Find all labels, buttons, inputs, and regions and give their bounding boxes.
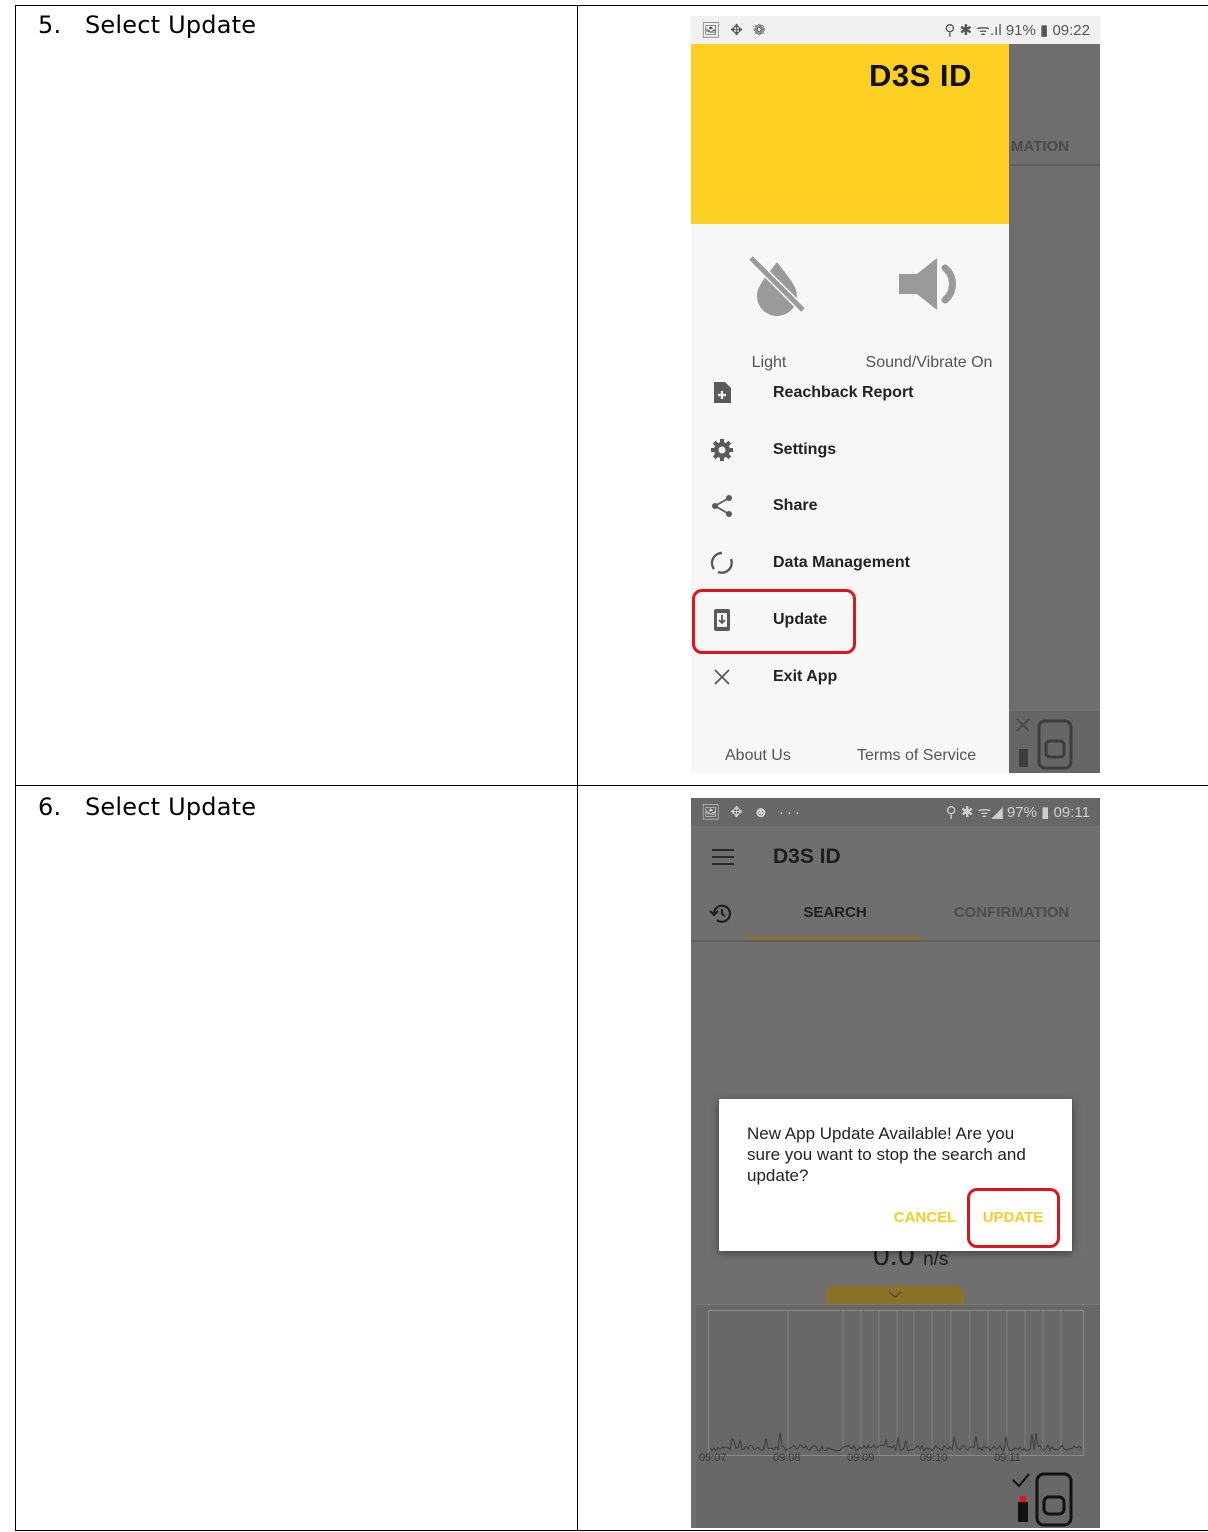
menu-item-exit-app[interactable]: Exit App	[691, 649, 1009, 705]
menu-item-label: Reachback Report	[773, 384, 914, 401]
table-border-top	[15, 5, 1208, 6]
time-tick-label: 09:10	[920, 1452, 948, 1464]
background-tab-partial: MATION	[1011, 137, 1070, 155]
share-icon	[712, 495, 732, 517]
time-tick-label: 09:11	[994, 1452, 1021, 1464]
device-connected-icon	[1012, 1472, 1073, 1527]
screenshot-update-dialog: 🖼 ✥ ☻ ··· ⚲ ✱ ᯤ◢ 97% ▮ 09:11 D3S ID SEAR…	[691, 798, 1100, 1528]
time-tick-label: 09:08	[773, 1452, 801, 1464]
background-divider	[1009, 164, 1100, 166]
menu-item-label: Data Management	[773, 554, 910, 571]
status-icons-left: 🖼 ✥ ❁	[701, 22, 769, 39]
background-device-status	[1009, 711, 1100, 773]
table-border-bottom	[15, 1530, 1208, 1531]
history-icon[interactable]	[708, 902, 732, 924]
dialog-cancel-button[interactable]: CANCEL	[887, 1209, 963, 1226]
status-icons-left: 🖼 ✥ ☻ ···	[701, 804, 803, 821]
flashlight-off-icon	[748, 255, 808, 316]
step-number: 5.	[38, 11, 62, 39]
terms-of-service-link[interactable]: Terms of Service	[857, 747, 976, 765]
navigation-drawer: D3S ID Light Sound/Vibrate On Reachback …	[691, 44, 1009, 773]
time-tick-label: 09:09	[847, 1452, 875, 1464]
count-rate-unit: n/s	[923, 1249, 949, 1270]
menu-item-share[interactable]: Share	[691, 478, 1009, 534]
dialog-message: New App Update Available! Are you sure y…	[747, 1124, 1026, 1185]
status-icons-right: ⚲ ✱ ᯤ.ıl 91% ▮ 09:22	[944, 22, 1090, 39]
step-6-instruction: 6. Select Update	[38, 793, 256, 821]
table-border-left	[15, 5, 16, 1531]
drawer-header: D3S ID	[691, 44, 1009, 224]
menu-item-data-management[interactable]: Data Management	[691, 535, 1009, 591]
table-border-divider	[577, 5, 578, 1531]
close-icon	[714, 669, 730, 685]
count-rate-chart	[708, 1310, 1084, 1456]
chevron-down-icon	[888, 1291, 902, 1299]
menu-item-label: Settings	[773, 441, 837, 458]
menu-item-label: Exit App	[773, 668, 838, 685]
screenshot-navigation-drawer: 🖼 ✥ ❁ ⚲ ✱ ᯤ.ıl 91% ▮ 09:22 MATION D3S ID…	[691, 16, 1100, 773]
highlight-update-menu	[692, 589, 856, 654]
tab-confirmation[interactable]: CONFIRMATION	[923, 904, 1100, 921]
status-bar: 🖼 ✥ ❁ ⚲ ✱ ᯤ.ıl 91% ▮ 09:22	[691, 16, 1100, 44]
file-plus-icon	[714, 382, 731, 403]
step-5-instruction: 5. Select Update	[38, 11, 256, 39]
status-icons-right: ⚲ ✱ ᯤ◢ 97% ▮ 09:11	[945, 804, 1090, 821]
app-title: D3S ID	[773, 845, 841, 868]
gear-icon	[711, 439, 733, 461]
highlight-update-button	[967, 1188, 1060, 1248]
step-number: 6.	[38, 793, 62, 821]
speaker-icon	[899, 258, 956, 310]
table-border-middle	[15, 785, 1208, 786]
about-us-link[interactable]: About Us	[725, 747, 791, 765]
tab-divider	[691, 940, 1100, 942]
tab-search[interactable]: SEARCH	[747, 904, 923, 921]
menu-item-reachback-report[interactable]: Reachback Report	[691, 365, 1009, 421]
app-title: D3S ID	[869, 58, 972, 93]
hamburger-menu-icon[interactable]	[711, 847, 735, 867]
expand-handle[interactable]	[826, 1286, 964, 1304]
step-text: Select Update	[85, 793, 257, 821]
menu-item-label: Share	[773, 497, 818, 514]
circle-arrows-icon	[710, 551, 733, 574]
step-text: Select Update	[85, 11, 257, 39]
time-tick-label: 09:07	[699, 1452, 727, 1464]
menu-item-settings[interactable]: Settings	[691, 422, 1009, 478]
status-bar: 🖼 ✥ ☻ ··· ⚲ ✱ ᯤ◢ 97% ▮ 09:11	[691, 798, 1100, 826]
